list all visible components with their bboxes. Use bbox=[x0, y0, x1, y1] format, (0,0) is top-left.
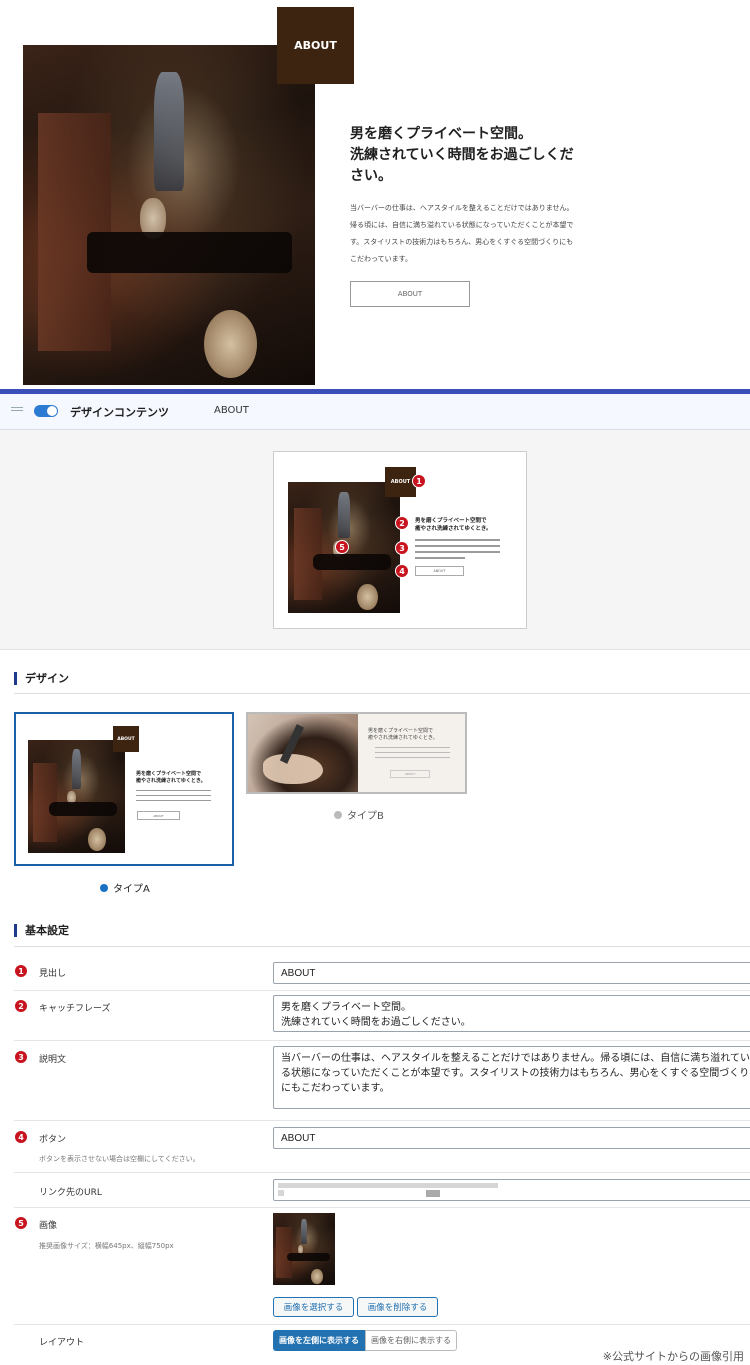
content-block-header: デザインコンテンツ ABOUT bbox=[0, 394, 750, 430]
preview-card: ABOUT 男を磨くプライベート空間で 癒やされ洗練されてゆくとき。 ABOUT… bbox=[273, 451, 527, 629]
preview-text-line bbox=[415, 557, 465, 559]
type-a-text-line bbox=[136, 795, 211, 796]
type-a-label: タイプA bbox=[113, 884, 150, 895]
type-a-heading: 男を磨くプライベート空間で 癒やされ洗練されてゆくとき。 bbox=[136, 771, 206, 784]
hero-heading: 男を磨くプライベート空間。 洗練されていく時間をお過ごしください。 bbox=[350, 126, 574, 184]
type-a-badge: ABOUT bbox=[113, 726, 139, 752]
type-a-radio[interactable]: タイプA bbox=[100, 880, 150, 895]
about-section-preview: ABOUT 男を磨くプライベート空間。 洗練されていく時間をお過ごしください。 … bbox=[0, 0, 750, 390]
catchphrase-label: キャッチフレーズ bbox=[39, 1004, 111, 1014]
description-label: 説明文 bbox=[39, 1055, 67, 1065]
image-credit-note: ※公式サイトからの画像引用 bbox=[602, 1348, 744, 1364]
blurred-url-text bbox=[426, 1190, 440, 1197]
blurred-url-text bbox=[278, 1190, 284, 1196]
marker-5: 5 bbox=[335, 540, 349, 554]
catchphrase-textarea[interactable]: 男を磨くプライベート空間。 洗練されていく時間をお過ごしください。 bbox=[273, 995, 750, 1032]
settings-section-title: 基本設定 bbox=[14, 924, 69, 937]
block-visibility-toggle[interactable] bbox=[34, 405, 58, 417]
type-b-text-line bbox=[375, 757, 450, 758]
design-section-title: デザイン bbox=[14, 672, 69, 685]
design-type-b-option[interactable]: 男を磨くプライベート空間で 癒やされ洗練されてゆくとき。 ABOUT bbox=[246, 712, 467, 794]
about-button[interactable]: ABOUT bbox=[350, 281, 470, 307]
field-number-5: 5 bbox=[14, 1216, 28, 1230]
barber-shop-photo bbox=[23, 45, 315, 385]
radio-selected-icon bbox=[100, 883, 108, 892]
type-b-label: タイプB bbox=[347, 811, 384, 822]
row-divider bbox=[14, 1172, 750, 1173]
block-title: デザインコンテンツ bbox=[70, 406, 169, 419]
field-number-3: 3 bbox=[14, 1050, 28, 1064]
field-number-1: 1 bbox=[14, 964, 28, 978]
field-number-4: 4 bbox=[14, 1130, 28, 1144]
row-divider bbox=[14, 1207, 750, 1208]
marker-4: 4 bbox=[395, 564, 409, 578]
about-badge: ABOUT bbox=[277, 7, 354, 84]
marker-2: 2 bbox=[395, 516, 409, 530]
divider bbox=[14, 693, 750, 694]
row-divider bbox=[14, 990, 750, 991]
type-a-text-line bbox=[136, 790, 211, 791]
type-b-heading: 男を磨くプライベート空間で 癒やされ洗練されてゆくとき。 bbox=[368, 728, 438, 741]
delete-image-button[interactable]: 画像を削除する bbox=[357, 1297, 438, 1317]
blurred-url-text bbox=[278, 1183, 498, 1188]
select-image-button[interactable]: 画像を選択する bbox=[273, 1297, 354, 1317]
type-b-radio[interactable]: タイプB bbox=[334, 807, 384, 822]
url-label: リンク先のURL bbox=[39, 1188, 102, 1198]
button-hint: ボタンを表示させない場合は空欄にしてください。 bbox=[39, 1155, 200, 1163]
description-textarea[interactable]: 当バーバーの仕事は、ヘアスタイルを整えることだけではありません。帰る頃には、自信… bbox=[273, 1046, 750, 1109]
preview-text-line bbox=[415, 545, 500, 547]
marker-1: 1 bbox=[412, 474, 426, 488]
hero-description: 当バーバーの仕事は、ヘアスタイルを整えることだけではありません。帰る頃には、自信… bbox=[350, 204, 574, 263]
type-b-thumbnail-photo bbox=[248, 714, 358, 792]
preview-text-line bbox=[415, 539, 500, 541]
selected-image-thumbnail bbox=[273, 1213, 335, 1285]
button-label: ボタン bbox=[39, 1135, 67, 1145]
preview-button: ABOUT bbox=[415, 566, 464, 576]
row-divider bbox=[14, 1040, 750, 1041]
field-number-2: 2 bbox=[14, 999, 28, 1013]
marker-3: 3 bbox=[395, 541, 409, 555]
design-type-a-option[interactable]: ABOUT 男を磨くプライベート空間で 癒やされ洗練されてゆくとき。 ABOUT bbox=[14, 712, 234, 866]
heading-input[interactable] bbox=[273, 962, 750, 984]
block-preview-panel: ABOUT 男を磨くプライベート空間で 癒やされ洗練されてゆくとき。 ABOUT… bbox=[0, 430, 750, 650]
heading-label: 見出し bbox=[39, 969, 67, 979]
type-b-button: ABOUT bbox=[390, 770, 430, 778]
type-a-text-line bbox=[136, 800, 211, 801]
layout-image-right-button[interactable]: 画像を右側に表示する bbox=[365, 1330, 457, 1351]
drag-handle-icon[interactable] bbox=[11, 407, 23, 415]
button-text-input[interactable] bbox=[273, 1127, 750, 1149]
row-divider bbox=[14, 1120, 750, 1121]
type-a-button: ABOUT bbox=[137, 811, 180, 820]
block-subtitle: ABOUT bbox=[214, 405, 249, 416]
layout-label: レイアウト bbox=[39, 1338, 85, 1348]
row-divider bbox=[14, 1324, 750, 1325]
type-b-text-line bbox=[375, 752, 450, 753]
image-size-hint: 推奨画像サイズ：横幅645px、縦幅750px bbox=[39, 1242, 174, 1250]
layout-image-left-button[interactable]: 画像を左側に表示する bbox=[273, 1330, 365, 1351]
type-a-thumbnail-photo bbox=[28, 740, 125, 853]
preview-text-line bbox=[415, 551, 500, 553]
preview-heading: 男を磨くプライベート空間で 癒やされ洗練されてゆくとき。 bbox=[415, 518, 492, 532]
type-b-text-line bbox=[375, 747, 450, 748]
image-label: 画像 bbox=[39, 1221, 58, 1231]
radio-unselected-icon bbox=[334, 810, 342, 819]
divider bbox=[14, 946, 750, 947]
